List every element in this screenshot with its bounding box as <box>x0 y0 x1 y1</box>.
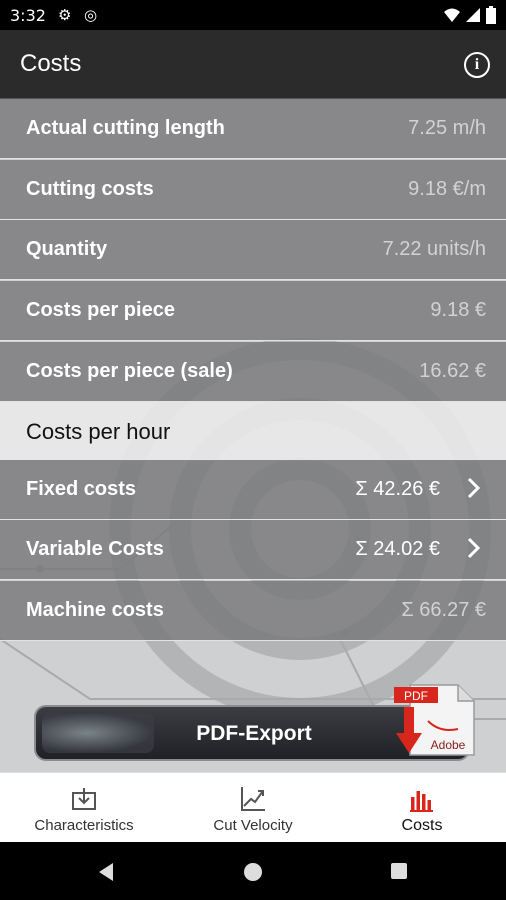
row-value: Σ 24.02 € <box>355 538 440 560</box>
tab-label: Costs <box>401 817 443 834</box>
row-label: Costs per piece <box>26 299 175 321</box>
line-chart-icon <box>241 787 265 811</box>
row-value: 16.62 € <box>419 360 486 382</box>
pdf-logo-text: PDF <box>404 689 428 703</box>
row-value: 9.18 €/m <box>408 178 486 200</box>
battery-icon <box>486 6 496 24</box>
tab-label: Characteristics <box>34 817 134 834</box>
section-costs-per-hour: Costs per hour <box>0 402 506 461</box>
row-value: Σ 42.26 € <box>355 478 440 500</box>
tab-costs[interactable]: Costs <box>338 773 506 843</box>
row-value: 9.18 € <box>430 299 486 321</box>
adobe-logo-text: Adobe <box>431 738 466 752</box>
row-quantity: Quantity 7.22 units/h <box>0 220 506 280</box>
row-machine-costs: Machine costs Σ 66.27 € <box>0 581 506 641</box>
row-actual-cutting-length: Actual cutting length 7.25 m/h <box>0 99 506 159</box>
bottom-navigation: Characteristics Cut Velocity Costs <box>0 772 506 843</box>
row-label: Actual cutting length <box>26 117 225 139</box>
bar-chart-icon <box>410 791 433 812</box>
chevron-right-icon <box>467 537 481 559</box>
adobe-pdf-icon[interactable]: PDF Adobe <box>388 681 478 759</box>
info-icon[interactable]: i <box>464 52 490 78</box>
row-label: Costs per piece (sale) <box>26 360 233 382</box>
row-value: 7.25 m/h <box>408 117 486 139</box>
row-label: Machine costs <box>26 599 164 621</box>
row-value: 7.22 units/h <box>382 238 486 260</box>
row-cutting-costs: Cutting costs 9.18 €/m <box>0 160 506 220</box>
status-time: 3:32 <box>10 6 46 25</box>
tab-cut-velocity[interactable]: Cut Velocity <box>169 773 337 843</box>
status-bar: 3:32 ⚙ ◎ <box>0 0 506 30</box>
row-label: Cutting costs <box>26 178 154 200</box>
back-icon[interactable] <box>97 862 115 882</box>
chevron-right-icon <box>467 477 481 499</box>
costs-content: Actual cutting length 7.25 m/h Cutting c… <box>0 99 506 772</box>
recents-icon[interactable] <box>390 862 408 880</box>
tab-label: Cut Velocity <box>213 817 293 834</box>
home-icon[interactable] <box>243 862 263 882</box>
app-bar: Costs i <box>0 30 506 99</box>
tab-characteristics[interactable]: Characteristics <box>0 773 168 843</box>
signal-icon <box>466 8 480 22</box>
sync-icon: ◎ <box>84 7 98 24</box>
row-variable-costs[interactable]: Variable Costs Σ 24.02 € <box>0 520 506 580</box>
row-fixed-costs[interactable]: Fixed costs Σ 42.26 € <box>0 460 506 520</box>
row-value: Σ 66.27 € <box>401 599 486 621</box>
row-costs-per-piece: Costs per piece 9.18 € <box>0 281 506 341</box>
wifi-icon <box>444 8 460 22</box>
row-costs-per-piece-sale: Costs per piece (sale) 16.62 € <box>0 342 506 402</box>
settings-icon: ⚙ <box>58 7 72 24</box>
row-label: Quantity <box>26 238 108 260</box>
section-title: Costs per hour <box>26 419 171 444</box>
download-tray-icon <box>72 788 96 810</box>
row-label: Fixed costs <box>26 478 137 500</box>
system-navigation-bar <box>0 842 506 900</box>
page-title: Costs <box>20 50 82 77</box>
row-label: Variable Costs <box>26 538 164 560</box>
